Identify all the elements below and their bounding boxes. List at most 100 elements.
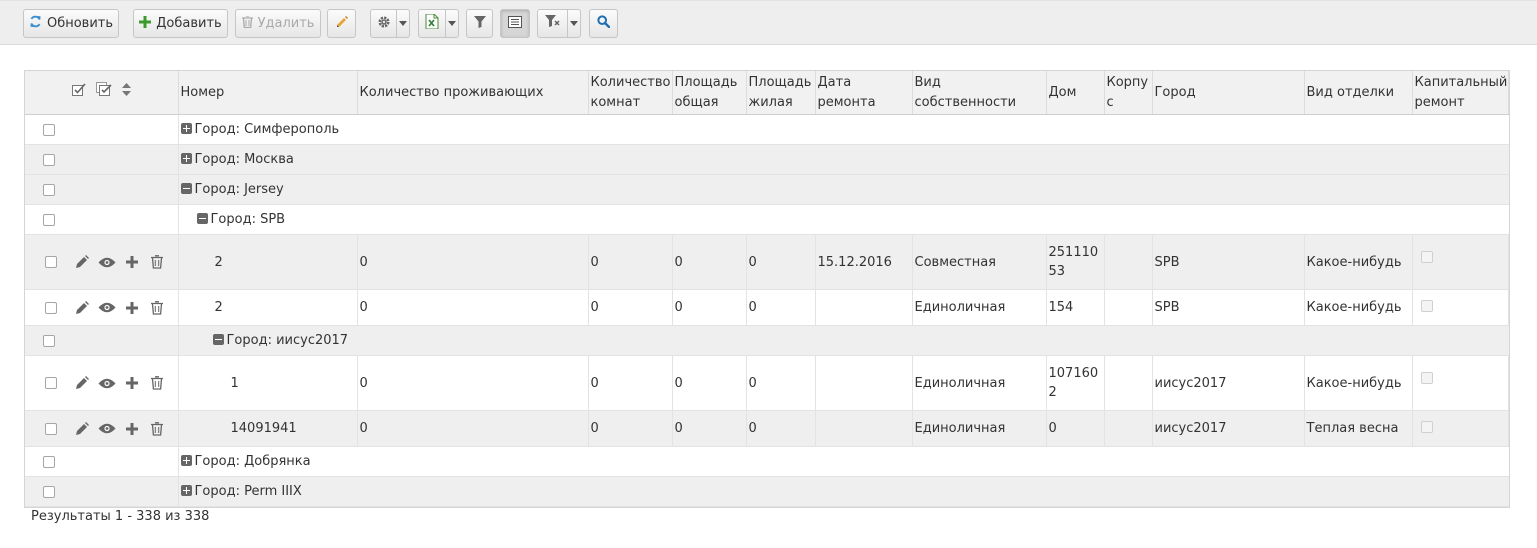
- trash-icon[interactable]: [144, 299, 169, 317]
- settings-dropdown[interactable]: [397, 9, 410, 38]
- cell-building: [1104, 355, 1153, 411]
- expand-icon[interactable]: [180, 455, 192, 466]
- filter-button[interactable]: [466, 9, 493, 38]
- select-all-icon[interactable]: [71, 82, 86, 103]
- table-row[interactable]: 1 0 0 0 0 Единоличная 1071602 иисус2017 …: [25, 355, 1509, 411]
- group-row[interactable]: Город: Perm IIIX: [25, 476, 1509, 507]
- eye-icon[interactable]: [94, 420, 119, 438]
- cell-residents: 0: [357, 355, 589, 411]
- table-row[interactable]: 2 0 0 0 0 15.12.2016 Совместная 25111053…: [25, 234, 1509, 290]
- excel-icon: [425, 13, 439, 33]
- settings-button[interactable]: [370, 9, 397, 38]
- row-checkbox[interactable]: [45, 256, 57, 268]
- row-checkbox[interactable]: [43, 213, 55, 226]
- cell-residents: 0: [357, 289, 589, 326]
- plus-icon[interactable]: [119, 420, 144, 438]
- column-header-finish[interactable]: Вид отделки: [1304, 71, 1413, 115]
- settings-split-button[interactable]: [370, 9, 410, 38]
- column-header-house[interactable]: Дом: [1046, 71, 1105, 115]
- capital-repair-checkbox: [1420, 299, 1433, 312]
- column-header-residents[interactable]: Количество проживающих: [357, 71, 589, 115]
- expand-icon[interactable]: [180, 485, 192, 496]
- group-row[interactable]: Город: Jersey: [25, 174, 1509, 205]
- row-checkbox[interactable]: [43, 183, 55, 196]
- header-row: Номер Количество проживающих Количество …: [25, 71, 1509, 115]
- expand-icon[interactable]: [180, 153, 192, 164]
- row-checkbox[interactable]: [45, 301, 57, 314]
- collapse-icon[interactable]: [180, 183, 192, 194]
- plus-icon[interactable]: [119, 253, 144, 271]
- pencil-icon[interactable]: [69, 374, 94, 392]
- column-header-capital-repair[interactable]: Капитальный ремонт: [1412, 71, 1509, 115]
- export-split-button[interactable]: [418, 9, 459, 38]
- eye-icon[interactable]: [94, 253, 119, 271]
- add-button[interactable]: Добавить: [133, 9, 228, 38]
- collapse-icon[interactable]: [212, 334, 224, 345]
- search-button[interactable]: [589, 9, 618, 38]
- view-toggle-button[interactable]: [500, 9, 530, 38]
- row-checkbox[interactable]: [43, 123, 55, 136]
- plus-icon[interactable]: [119, 299, 144, 317]
- delete-label: Удалить: [257, 16, 315, 31]
- filter-settings-split-button[interactable]: [537, 9, 581, 38]
- cell-total-area: 0: [672, 234, 747, 290]
- row-checkbox[interactable]: [43, 485, 55, 498]
- cell-city: иисус2017: [1152, 410, 1305, 447]
- group-row[interactable]: Город: иисус2017: [25, 325, 1509, 356]
- row-checkbox[interactable]: [43, 455, 55, 468]
- column-header-building[interactable]: Корпус: [1104, 71, 1153, 115]
- column-header-living-area[interactable]: Площадь жилая: [746, 71, 816, 115]
- pencil-icon[interactable]: [69, 420, 94, 438]
- edit-mode-button[interactable]: [327, 9, 356, 38]
- eye-icon[interactable]: [94, 299, 119, 317]
- column-header-city[interactable]: Город: [1152, 71, 1305, 115]
- trash-icon[interactable]: [144, 374, 169, 392]
- cell-living-area: 0: [746, 355, 816, 411]
- collapse-icon[interactable]: [196, 213, 208, 224]
- cell-ownership: Единоличная: [912, 410, 1047, 447]
- row-checkbox[interactable]: [45, 377, 57, 389]
- group-row[interactable]: Город: Симферополь: [25, 114, 1509, 145]
- cell-repair-date: [815, 410, 913, 447]
- row-checkbox[interactable]: [45, 422, 57, 435]
- refresh-icon: [29, 15, 42, 32]
- column-header-number[interactable]: Номер: [178, 71, 358, 115]
- row-checkbox[interactable]: [43, 334, 55, 347]
- capital-repair-checkbox: [1420, 371, 1433, 384]
- group-row[interactable]: Город: SPB: [25, 204, 1509, 235]
- column-header-total-area[interactable]: Площадь общая: [672, 71, 747, 115]
- plus-icon[interactable]: [119, 374, 144, 392]
- column-header-repair-date[interactable]: Дата ремонта: [815, 71, 913, 115]
- column-header-rooms[interactable]: Количество комнат: [588, 71, 673, 115]
- sort-icon[interactable]: [121, 82, 131, 103]
- delete-button[interactable]: Удалить: [235, 9, 321, 38]
- column-header-ownership[interactable]: Вид собственности: [912, 71, 1047, 115]
- trash-icon[interactable]: [144, 253, 169, 271]
- refresh-button[interactable]: Обновить: [23, 9, 119, 38]
- chevron-down-icon: [570, 21, 578, 26]
- group-label: Город: иисус2017: [226, 333, 349, 348]
- trash-icon[interactable]: [144, 420, 169, 438]
- eye-icon[interactable]: [94, 374, 119, 392]
- group-row[interactable]: Город: Москва: [25, 144, 1509, 175]
- cell-finish: Теплая весна: [1304, 410, 1413, 447]
- pencil-icon[interactable]: [69, 253, 94, 271]
- select-page-icon[interactable]: [95, 82, 112, 103]
- group-row[interactable]: Город: Добрянка: [25, 446, 1509, 477]
- cell-building: [1104, 410, 1153, 447]
- cell-rooms: 0: [588, 234, 673, 290]
- filter-settings-button[interactable]: [537, 9, 568, 38]
- cell-ownership: Единоличная: [912, 289, 1047, 326]
- expand-icon[interactable]: [180, 123, 192, 134]
- table-row[interactable]: 2 0 0 0 0 Единоличная 154 SPB Какое-нибу…: [25, 289, 1509, 326]
- list-view-icon: [508, 15, 522, 32]
- export-dropdown[interactable]: [446, 9, 459, 38]
- filter-settings-dropdown[interactable]: [568, 9, 581, 38]
- cell-city: иисус2017: [1152, 355, 1305, 411]
- table-row[interactable]: 14091941 0 0 0 0 Единоличная 0 иисус2017…: [25, 410, 1509, 447]
- row-checkbox[interactable]: [43, 153, 55, 166]
- excel-export-button[interactable]: [418, 9, 446, 38]
- cell-house: 0: [1046, 410, 1105, 447]
- pencil-icon[interactable]: [69, 299, 94, 317]
- select-column-header: [25, 71, 179, 115]
